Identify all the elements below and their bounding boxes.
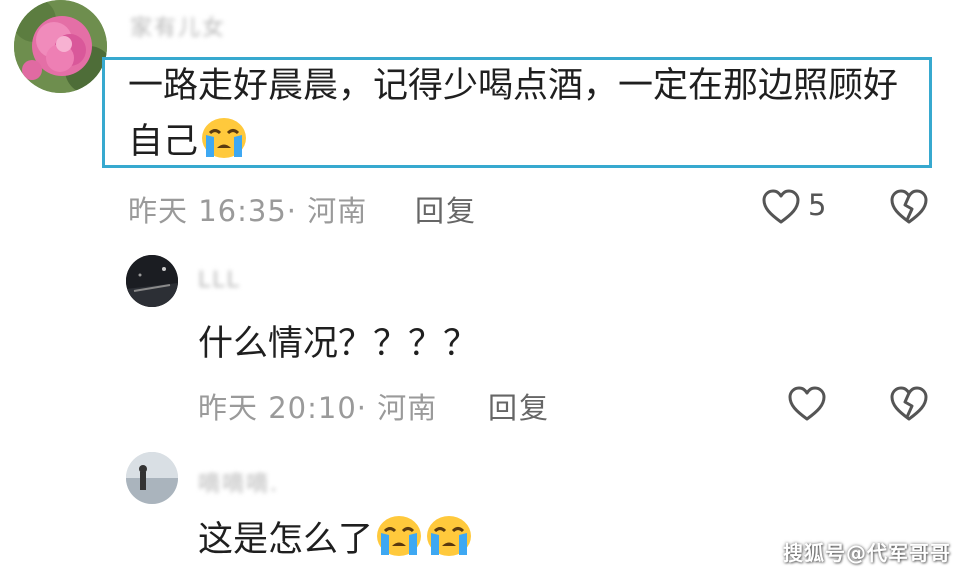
like-button-1[interactable]: 5: [760, 188, 840, 228]
avatar-comment-1[interactable]: [14, 0, 107, 93]
comment-text-1: 一路走好晨晨，记得少喝点酒，一定在那边照顾好自己: [128, 58, 923, 176]
crying-face-icon: [375, 515, 423, 574]
author-name-3[interactable]: 嘀嘀嘀.: [198, 466, 279, 498]
dark-night-avatar-image: [126, 255, 178, 307]
comment-meta-1: 昨天 16:35· 河南: [128, 194, 368, 228]
comment-text-3: 这是怎么了: [198, 512, 473, 574]
avatar-comment-2[interactable]: [126, 255, 178, 307]
crying-face-icon: [200, 117, 248, 176]
dislike-button-2[interactable]: [888, 385, 930, 425]
heart-icon: [788, 386, 826, 421]
reply-button-2[interactable]: 回复: [488, 385, 550, 427]
author-name-1[interactable]: 家有儿女: [130, 10, 226, 42]
comment-text-3-body: 这是怎么了: [198, 520, 374, 560]
like-button-2[interactable]: [786, 385, 828, 425]
broken-heart-icon: [890, 189, 928, 224]
reply-button-1[interactable]: 回复: [415, 188, 477, 230]
watermark: 搜狐号@代军哥哥: [783, 541, 951, 565]
like-count-1: 5: [808, 188, 827, 222]
peony-avatar-image: [14, 0, 107, 93]
dislike-button-1[interactable]: [888, 188, 930, 228]
avatar-comment-3[interactable]: [126, 452, 178, 504]
heart-icon: [762, 189, 800, 224]
author-name-2[interactable]: LLL: [198, 268, 241, 293]
comment-meta-2: 昨天 20:10· 河南: [198, 391, 438, 425]
broken-heart-icon: [890, 386, 928, 421]
beach-avatar-image: [126, 452, 178, 504]
comment-text-2: 什么情况？？？？: [198, 324, 479, 364]
crying-face-icon: [425, 515, 473, 574]
